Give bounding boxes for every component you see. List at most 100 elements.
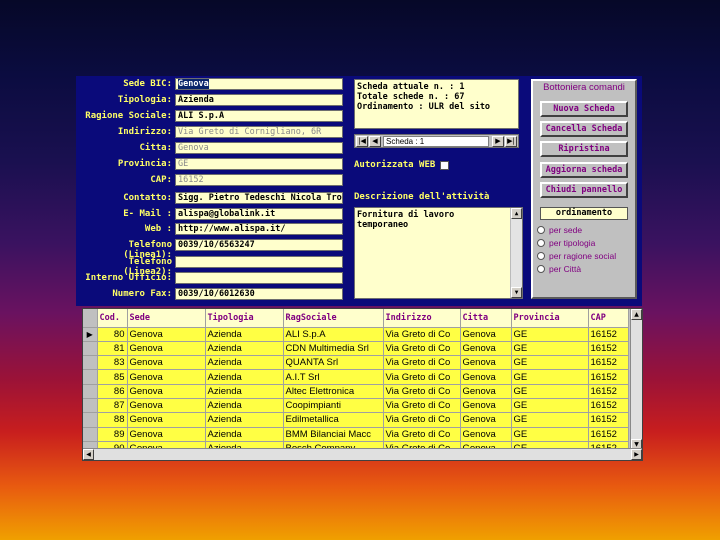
table-cell[interactable]: Azienda <box>205 341 284 357</box>
table-cell[interactable]: Via Greto di Co <box>383 341 461 357</box>
table-cell[interactable]: Genova <box>127 398 206 414</box>
field-input[interactable] <box>175 272 343 284</box>
description-textarea[interactable]: Fornitura di lavoro temporaneo ▲ ▼ <box>354 207 523 299</box>
table-cell[interactable]: Genova <box>127 427 206 442</box>
table-cell[interactable]: Azienda <box>205 412 284 428</box>
table-cell[interactable]: Via Greto di Co <box>383 355 461 371</box>
table-cell[interactable]: Genova <box>460 398 512 414</box>
field-input[interactable]: 0039/10/6563247 <box>175 239 343 251</box>
record-number-field[interactable]: Scheda : 1 <box>383 135 489 147</box>
table-cell[interactable]: GE <box>511 427 589 442</box>
field-input[interactable]: Sigg. Pietro Tedeschi Nicola Trott <box>175 192 343 204</box>
table-cell[interactable]: 16152 <box>588 341 629 357</box>
table-cell[interactable]: Genova <box>127 384 206 399</box>
table-cell[interactable]: Genova <box>460 355 512 371</box>
field-input[interactable]: GE <box>175 158 343 170</box>
field-input[interactable]: 16152 <box>175 174 343 186</box>
table-cell[interactable]: Genova <box>127 369 206 385</box>
table-cell[interactable]: 89 <box>97 427 128 442</box>
scroll-up-icon[interactable]: ▲ <box>511 208 522 219</box>
table-row[interactable]: 85 Genova Azienda A.I.T Srl Via Greto di Co G… <box>83 369 629 385</box>
table-row[interactable]: 89 Genova Azienda BMM Bilanciai Macc Via Gre… <box>83 427 629 442</box>
scroll-left-icon[interactable]: ◀ <box>83 449 94 460</box>
row-selector[interactable] <box>83 355 98 371</box>
table-cell[interactable]: 80 <box>97 327 128 342</box>
table-cell[interactable]: A.I.T Srl <box>283 369 384 385</box>
column-header[interactable]: Citta <box>460 309 512 328</box>
field-input[interactable]: Azienda <box>175 94 343 106</box>
grid-horizontal-scrollbar[interactable]: ◀ ▶ <box>83 448 642 460</box>
table-cell[interactable]: GE <box>511 327 589 342</box>
table-cell[interactable]: Azienda <box>205 384 284 399</box>
table-cell[interactable]: Via Greto di Co <box>383 327 461 342</box>
radio-per-ragione-sociale[interactable]: per ragione social <box>537 251 616 261</box>
table-cell[interactable]: Genova <box>460 427 512 442</box>
column-header[interactable]: Sede <box>127 309 206 328</box>
table-cell[interactable]: GE <box>511 369 589 385</box>
table-cell[interactable]: Genova <box>460 412 512 428</box>
table-cell[interactable]: Azienda <box>205 327 284 342</box>
autorizzata-web-checkbox[interactable] <box>440 161 449 170</box>
field-input[interactable]: Genova <box>175 78 343 90</box>
table-cell[interactable]: Genova <box>460 369 512 385</box>
grid-vertical-scrollbar[interactable]: ▲ ▼ <box>630 309 642 450</box>
last-record-button[interactable]: ▶| <box>505 135 517 147</box>
first-record-button[interactable]: |◀ <box>356 135 368 147</box>
table-cell[interactable]: Genova <box>127 355 206 371</box>
table-cell[interactable]: Via Greto di Co <box>383 412 461 428</box>
field-input[interactable]: Via Greto di Cornigliano, 6R <box>175 126 343 138</box>
row-selector[interactable] <box>83 341 98 357</box>
table-cell[interactable]: Genova <box>460 384 512 399</box>
table-cell[interactable]: Altec Elettronica <box>283 384 384 399</box>
column-header[interactable]: RagSociale <box>283 309 384 328</box>
table-cell[interactable]: Genova <box>460 327 512 342</box>
table-cell[interactable]: Via Greto di Co <box>383 384 461 399</box>
table-cell[interactable]: Genova <box>127 327 206 342</box>
column-header[interactable]: Provincia <box>511 309 589 328</box>
field-input[interactable]: alispa@globalink.it <box>175 208 343 220</box>
table-cell[interactable]: 16152 <box>588 369 629 385</box>
prev-record-button[interactable]: ◀ <box>369 135 381 147</box>
table-cell[interactable]: Coopimpianti <box>283 398 384 414</box>
table-cell[interactable]: GE <box>511 384 589 399</box>
field-input[interactable]: Genova <box>175 142 343 154</box>
table-cell[interactable]: Via Greto di Co <box>383 398 461 414</box>
row-selector[interactable] <box>83 427 98 442</box>
scroll-right-icon[interactable]: ▶ <box>631 449 642 460</box>
table-cell[interactable]: CDN Multimedia Srl <box>283 341 384 357</box>
table-cell[interactable]: BMM Bilanciai Macc <box>283 427 384 442</box>
table-cell[interactable]: GE <box>511 412 589 428</box>
row-selector[interactable] <box>83 398 98 414</box>
table-cell[interactable]: 88 <box>97 412 128 428</box>
restore-button[interactable]: Ripristina <box>540 141 628 157</box>
table-row[interactable]: 83 Genova Azienda QUANTA Srl Via Greto di Co… <box>83 355 629 371</box>
table-cell[interactable]: QUANTA Srl <box>283 355 384 371</box>
table-cell[interactable]: 16152 <box>588 355 629 371</box>
scroll-down-icon[interactable]: ▼ <box>511 287 522 298</box>
next-record-button[interactable]: ▶ <box>492 135 504 147</box>
table-cell[interactable]: Via Greto di Co <box>383 369 461 385</box>
close-panel-button[interactable]: Chiudi pannello <box>540 182 628 198</box>
table-row[interactable]: 87 Genova Azienda Coopimpianti Via Greto di … <box>83 398 629 414</box>
table-row[interactable]: ▶ 80 Genova Azienda ALI S.p.A Via Greto di Co… <box>83 327 629 342</box>
row-selector[interactable] <box>83 384 98 399</box>
table-cell[interactable]: 16152 <box>588 427 629 442</box>
table-cell[interactable]: Edilmetallica <box>283 412 384 428</box>
table-cell[interactable]: 87 <box>97 398 128 414</box>
column-header[interactable]: Tipologia <box>205 309 284 328</box>
table-cell[interactable]: Genova <box>127 412 206 428</box>
table-cell[interactable]: Azienda <box>205 369 284 385</box>
delete-record-button[interactable]: Cancella Scheda <box>540 121 628 137</box>
table-cell[interactable]: Azienda <box>205 398 284 414</box>
field-input[interactable]: 0039/10/6012630 <box>175 288 343 300</box>
table-row[interactable]: 86 Genova Azienda Altec Elettronica Via Gret… <box>83 384 629 399</box>
table-cell[interactable]: GE <box>511 398 589 414</box>
column-header[interactable]: Indirizzo <box>383 309 461 328</box>
table-cell[interactable]: 86 <box>97 384 128 399</box>
field-input[interactable] <box>175 256 343 268</box>
row-selector[interactable] <box>83 412 98 428</box>
column-header[interactable]: CAP <box>588 309 629 328</box>
field-input[interactable]: ALI S.p.A <box>175 110 343 122</box>
radio-per-citta[interactable]: per Città <box>537 264 581 274</box>
scroll-up-icon[interactable]: ▲ <box>631 309 642 320</box>
